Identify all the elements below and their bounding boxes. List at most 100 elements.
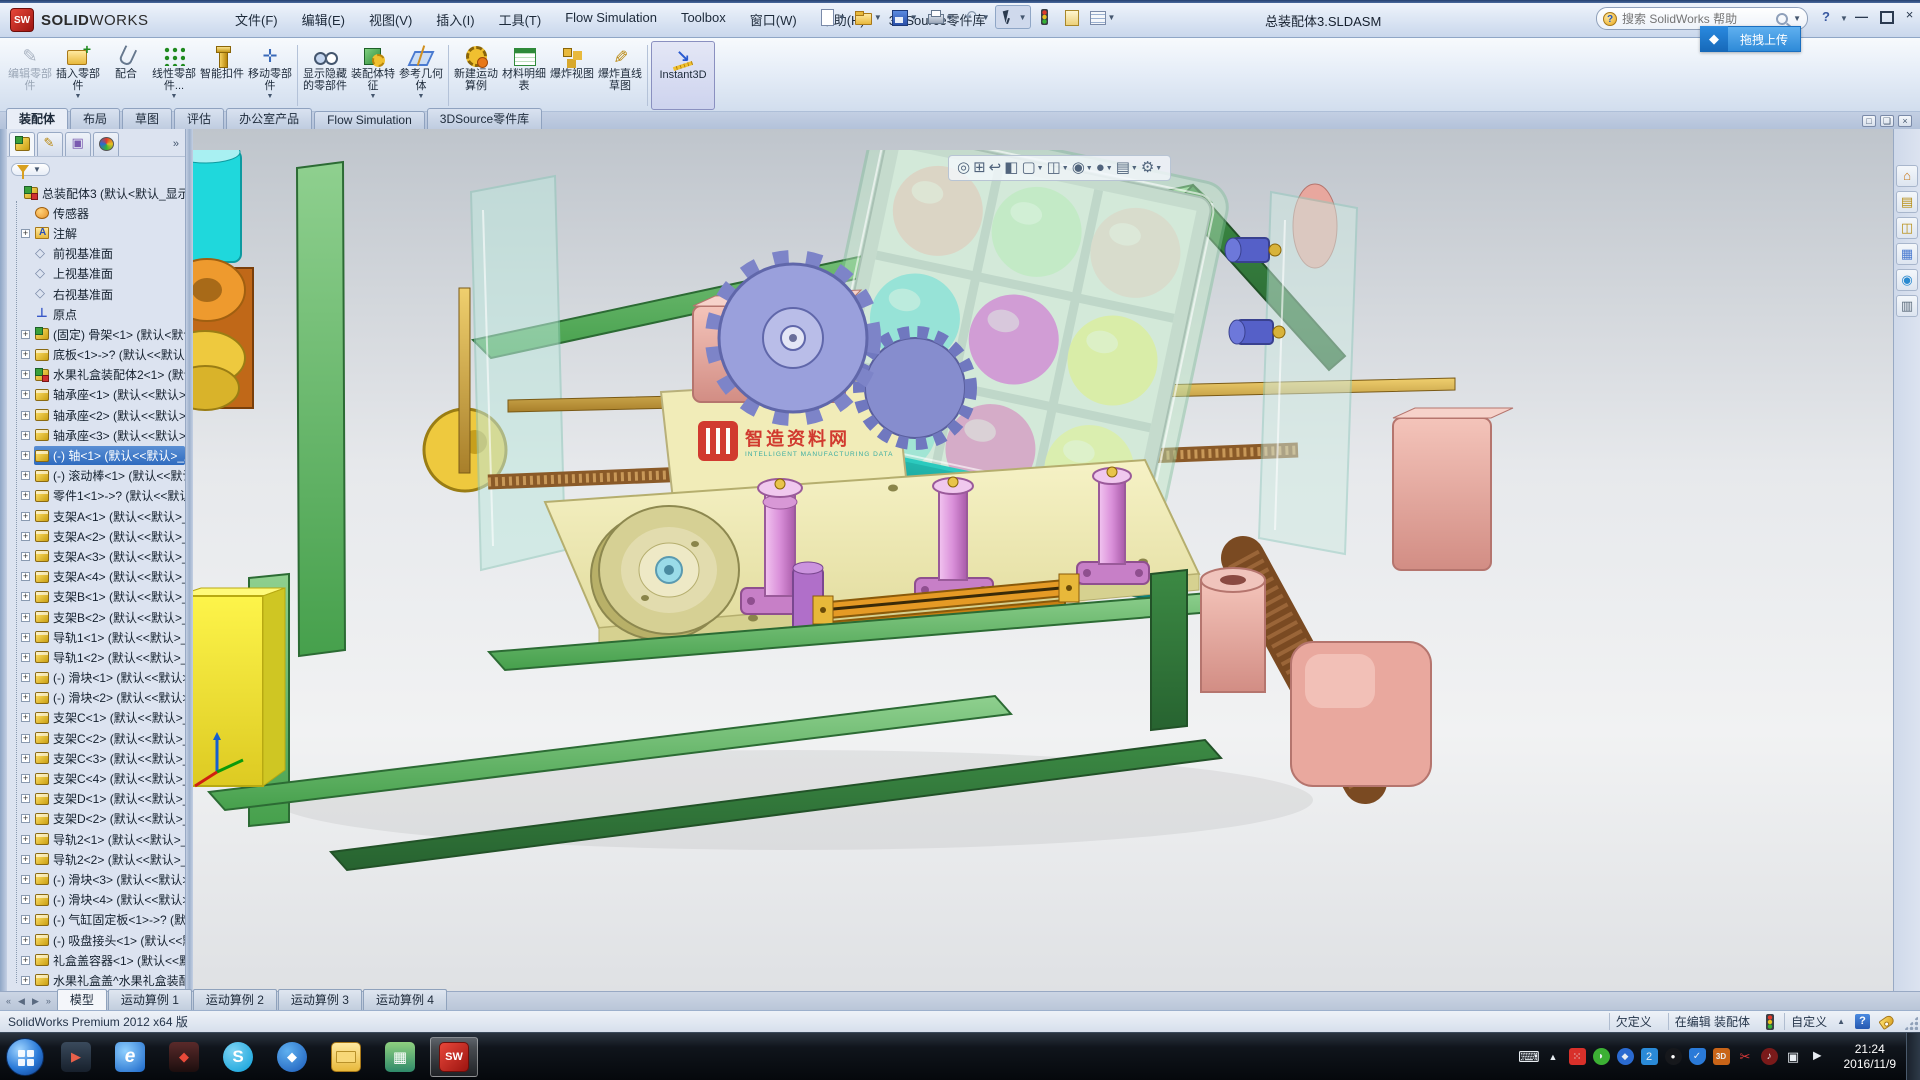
taskbar-app-game-app[interactable] [160,1037,208,1077]
bottom-tab-运动算例4[interactable]: 运动算例 4 [363,989,447,1010]
expander-icon[interactable]: + [21,532,30,541]
dropdown-caret-icon[interactable]: ▼ [982,13,990,22]
tree-item[interactable]: +水果礼盒盖^水果礼盒装配体2<1> (默认<<默认>_显示状态 1>) [7,970,185,990]
ribbon-button-reference-geometry[interactable]: 参考几何体▼ [397,41,445,110]
shield-icon[interactable] [1689,1048,1706,1065]
ribbon-button-mate[interactable]: 配合 [102,41,150,110]
panel-chevron-icon[interactable]: » [173,138,183,150]
select-button[interactable]: ▼ [995,5,1031,29]
dropdown-caret-icon[interactable]: ▼ [1062,165,1069,172]
tree-item[interactable]: +支架D<1> (默认<<默认>_显示状态 1>) [7,789,185,809]
filter-dropdown-icon[interactable]: ▼ [33,165,41,174]
expander-icon[interactable]: + [21,330,30,339]
appearances-icon[interactable]: ◉ [1896,269,1918,291]
dropdown-caret-icon[interactable]: ▼ [838,13,846,22]
resources-icon[interactable]: ⌂ [1896,165,1918,187]
menu-item-3[interactable]: 视图(V) [359,7,422,32]
view-palette-icon[interactable]: ▦ [1896,243,1918,265]
menu-item-5[interactable]: 工具(T) [489,7,552,32]
panel-tab-configurationmanager[interactable] [65,132,91,156]
dropdown-caret-icon[interactable]: ▼ [1019,13,1027,22]
expander-icon[interactable]: + [21,794,30,803]
tree-item[interactable]: +(-) 滑块<2> (默认<<默认>_显示状态 1>) [7,688,185,708]
dropdown-caret-icon[interactable]: ▼ [1106,165,1113,172]
expander-icon[interactable]: + [21,572,30,581]
dropdown-caret-icon[interactable]: ▼ [75,93,82,100]
expander-icon[interactable]: + [21,976,30,985]
design-library-icon[interactable]: ▤ [1896,191,1918,213]
ribbon-button-bom[interactable]: 材料明细表 [500,41,548,110]
expander-icon[interactable]: + [21,734,30,743]
expander-icon[interactable]: + [21,613,30,622]
bottom-tab-运动算例2[interactable]: 运动算例 2 [193,989,277,1010]
expander-icon[interactable]: + [21,895,30,904]
tree-item[interactable]: 右视基准面 [7,284,185,304]
network-icon[interactable] [1785,1048,1802,1065]
expander-icon[interactable]: + [21,471,30,480]
tree-item[interactable]: +支架A<1> (默认<<默认>_显示状态 1>) [7,506,185,526]
open-button[interactable]: ▼ [851,6,885,28]
expander-icon[interactable]: + [21,875,30,884]
expander-icon[interactable]: + [21,713,30,722]
tree-item[interactable]: +(-) 吸盘接头<1> (默认<<默认>_显示状态 1>) [7,930,185,950]
bottom-tab-模型[interactable]: 模型 [57,989,107,1010]
ribbon-button-linear-pattern[interactable]: 线性零部件...▼ [150,41,198,110]
tree-item[interactable]: +支架D<2> (默认<<默认>_显示状态 1>) [7,809,185,829]
doc-restore-button[interactable]: □ [1862,115,1876,127]
tree-item[interactable]: +零件1<1>->? (默认<<默认>_显示状态 1>) [7,486,185,506]
tree-item[interactable]: +支架A<2> (默认<<默认>_显示状态 1>) [7,526,185,546]
ribbon-button-motion-study[interactable]: 新建运动算例 [452,41,500,110]
file-explorer-icon[interactable]: ◫ [1896,217,1918,239]
expander-icon[interactable]: + [21,350,30,359]
menu-item-6[interactable]: Flow Simulation [555,7,667,32]
search-dropdown-icon[interactable]: ▼ [1793,14,1801,23]
dropdown-caret-icon[interactable]: ▼ [267,93,274,100]
ribbon-button-smart-fastener[interactable]: 智能扣件 [198,41,246,110]
file-properties-button[interactable] [1059,6,1083,28]
tree-item[interactable]: +支架B<1> (默认<<默认>_显示状态 1>) [7,587,185,607]
section-view-icon[interactable]: ◧ [1004,156,1018,180]
tree-item[interactable]: +轴承座<2> (默认<<默认>_显示状态 1>) [7,405,185,425]
options-button[interactable]: ▼ [1085,6,1119,28]
ribbon-button-move-component[interactable]: 移动零部件▼ [246,41,294,110]
tree-item[interactable]: +礼盒盖容器<1> (默认<<默认>_显示状态 1>) [7,950,185,970]
tab-nav-arrow-icon[interactable]: « [3,994,14,1009]
expander-icon[interactable]: + [21,633,30,642]
taskbar-app-solidworks[interactable] [430,1037,478,1077]
expander-icon[interactable]: + [21,956,30,965]
menu-item-7[interactable]: Toolbox [671,7,736,32]
tree-item[interactable]: +(-) 气缸固定板<1>->? (默认<<默认>_显示状态 1>) [7,910,185,930]
qq-icon[interactable] [1665,1048,1682,1065]
tree-item[interactable]: 总装配体3 (默认<默认_显示状态-1>) [7,183,185,203]
dropdown-caret-icon[interactable]: ▼ [1037,165,1044,172]
tab-nav-arrow-icon[interactable]: ▶ [29,994,42,1009]
tree-item[interactable]: +水果礼盒装配体2<1> (默认<默认_显示状态-1>) [7,365,185,385]
ribbon-button-insert-component[interactable]: 插入零部件▼ [54,41,102,110]
tree-item[interactable]: +轴承座<1> (默认<<默认>_显示状态 1>) [7,385,185,405]
expander-icon[interactable]: + [21,754,30,763]
dropdown-caret-icon[interactable]: ▼ [910,13,918,22]
volume-icon[interactable] [1809,1048,1826,1065]
ribbon-button-explode-sketch[interactable]: 爆炸直线草图 [596,41,644,110]
expander-icon[interactable]: + [21,592,30,601]
print-button[interactable]: ▼ [923,6,957,28]
hide-show-items-icon[interactable]: ◉ [1072,156,1085,180]
maximize-button[interactable] [1878,8,1893,23]
expander-icon[interactable]: + [21,673,30,682]
expander-icon[interactable]: + [21,229,30,238]
tab-nav-arrow-icon[interactable]: » [43,994,54,1009]
expander-icon[interactable]: + [21,653,30,662]
expander-icon[interactable]: + [21,855,30,864]
tree-item[interactable]: +支架C<4> (默认<<默认>_显示状态 1>) [7,768,185,788]
show-hidden-arrow-icon[interactable] [1545,1048,1562,1065]
tab-评估[interactable]: 评估 [174,108,224,129]
dropdown-caret-icon[interactable]: ▼ [874,13,882,22]
expander-icon[interactable]: + [21,552,30,561]
zoom-area-icon[interactable]: ⊞ [973,156,986,180]
display-style-icon[interactable]: ◫ [1047,156,1061,180]
tree-item[interactable]: +注解 [7,223,185,243]
doc-cascade-button[interactable]: ❏ [1880,115,1894,127]
taskbar-app-skype[interactable] [214,1037,262,1077]
tree-item[interactable]: 原点 [7,304,185,324]
ribbon-button-assembly-features[interactable]: 装配体特征▼ [349,41,397,110]
